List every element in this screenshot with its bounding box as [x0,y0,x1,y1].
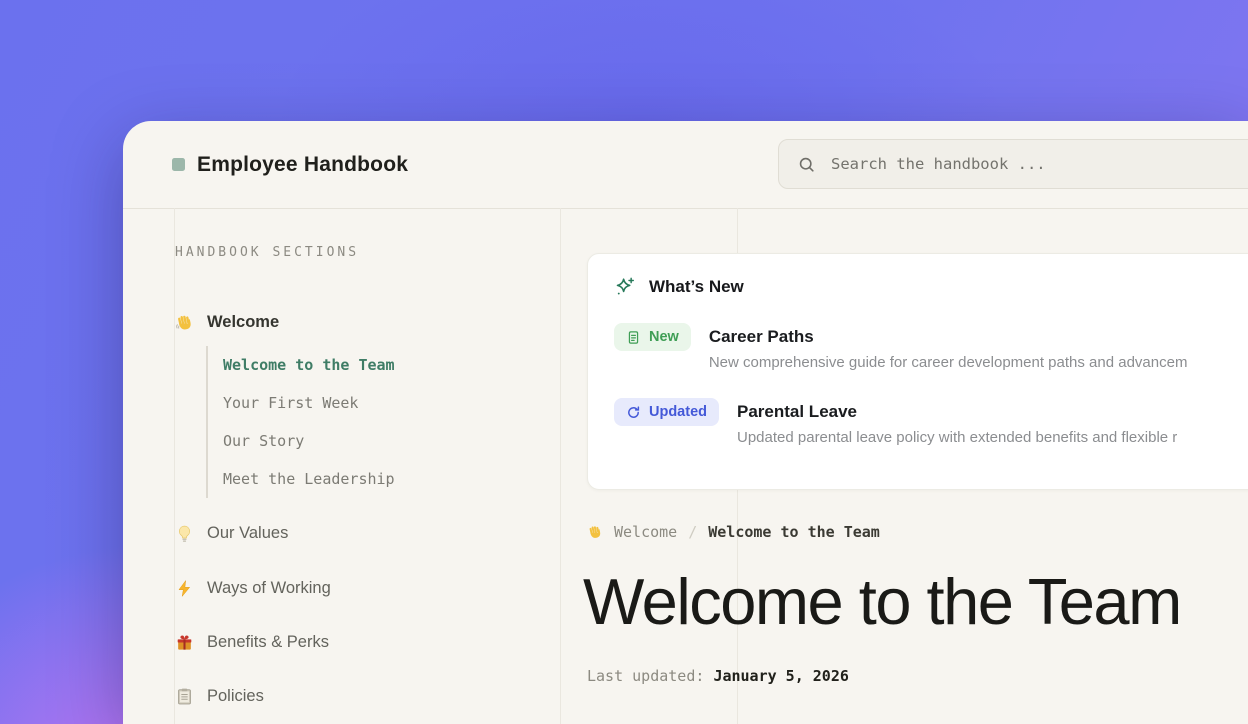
whats-new-item-desc: Updated parental leave policy with exten… [737,429,1177,446]
sidebar-item-label: Ways of Working [207,579,331,598]
whats-new-header: What’s New [614,276,1248,298]
last-updated-value: January 5, 2026 [713,667,848,685]
brand: Employee Handbook [172,121,408,208]
new-badge: New [614,323,691,351]
sidebar-item-label: Policies [207,687,264,706]
desktop-background: Employee Handbook HANDBOOK SECTIONS [0,0,1248,724]
app-logo-icon [172,158,185,171]
subnav-item-welcome-to-the-team[interactable]: Welcome to the Team [223,346,395,384]
search-icon [797,155,816,174]
whats-new-item-text: Career Paths New comprehensive guide for… [709,323,1188,371]
breadcrumb-separator: / [688,523,697,541]
light-bulb-icon [175,524,194,543]
waving-hand-icon [175,313,194,332]
gift-box-icon [175,633,194,652]
whats-new-item-career-paths[interactable]: New Career Paths New comprehensive guide… [614,323,1248,371]
app-title: Employee Handbook [197,153,408,177]
sidebar-item-benefits-perks[interactable]: Benefits & Perks [175,630,329,654]
search-bar[interactable] [778,139,1248,189]
page-title: Welcome to the Team [583,569,1181,634]
waving-hand-icon [587,524,603,540]
app-window: Employee Handbook HANDBOOK SECTIONS [123,121,1248,724]
sidebar-heading: HANDBOOK SECTIONS [175,245,359,260]
subnav-item-meet-the-leadership[interactable]: Meet the Leadership [223,460,395,498]
last-updated-label: Last updated: [587,667,704,685]
last-updated: Last updated: January 5, 2026 [587,667,849,685]
breadcrumb-section[interactable]: Welcome [614,523,677,541]
whats-new-item-title: Parental Leave [737,402,1177,422]
whats-new-title: What’s New [649,277,744,297]
lightning-bolt-icon [175,579,194,598]
sidebar-item-welcome[interactable]: Welcome [175,310,279,334]
sidebar-item-policies[interactable]: Policies [175,684,264,708]
sidebar-item-label: Welcome [207,313,279,332]
sidebar-item-ways-of-working[interactable]: Ways of Working [175,576,331,600]
subnav-item-your-first-week[interactable]: Your First Week [223,384,395,422]
sidebar-item-our-values[interactable]: Our Values [175,521,288,545]
app-header: Employee Handbook [123,121,1248,209]
whats-new-item-parental-leave[interactable]: Updated Parental Leave Updated parental … [614,398,1248,446]
sidebar-item-label: Our Values [207,524,288,543]
grid-line [560,208,561,724]
document-icon [626,330,641,345]
sparkle-icon [614,276,636,298]
breadcrumb-current: Welcome to the Team [708,523,880,541]
whats-new-item-desc: New comprehensive guide for career devel… [709,354,1188,371]
clipboard-icon [175,687,194,706]
breadcrumb: Welcome / Welcome to the Team [587,523,880,541]
sidebar-subnav-welcome: Welcome to the Team Your First Week Our … [206,346,395,498]
subnav-item-our-story[interactable]: Our Story [223,422,395,460]
search-input[interactable] [829,154,1248,174]
refresh-icon [626,405,641,420]
updated-badge: Updated [614,398,719,426]
whats-new-item-title: Career Paths [709,327,1188,347]
sidebar-item-label: Benefits & Perks [207,633,329,652]
whats-new-item-text: Parental Leave Updated parental leave po… [737,398,1177,446]
whats-new-card: What’s New New Career Paths New comprehe… [587,253,1248,490]
